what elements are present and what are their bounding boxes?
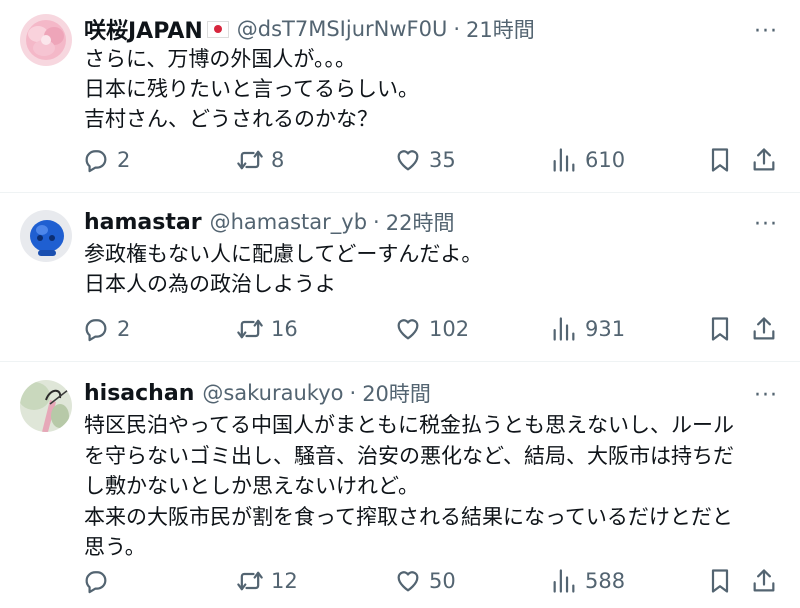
more-icon[interactable]: ··· (754, 21, 778, 43)
views-icon (553, 569, 575, 593)
repost-button[interactable]: 16 (236, 312, 298, 346)
user-handle[interactable]: @sakuraukyo (202, 381, 343, 405)
more-icon[interactable]: ··· (754, 385, 778, 407)
views-icon (553, 317, 575, 341)
repost-button[interactable]: 8 (236, 143, 284, 177)
bookmark-button[interactable] (706, 312, 734, 346)
text-line: 日本に残りたいと言ってるらしい。 (84, 77, 419, 101)
timestamp[interactable]: 20時間 (362, 378, 431, 408)
user-handle[interactable]: @dsT7MSIjurNwF0U (237, 17, 448, 41)
reply-icon (85, 319, 107, 342)
post-header: 咲桜JAPAN @dsT7MSIjurNwF0U · 21時間 (84, 14, 535, 44)
like-button[interactable]: 50 (394, 564, 456, 598)
heart-icon (397, 319, 419, 340)
user-handle[interactable]: @hamastar_yb (210, 210, 367, 234)
separator: · (453, 17, 461, 41)
reply-count: 2 (117, 148, 131, 172)
action-bar: 12 50 588 (82, 564, 782, 598)
display-name[interactable]: hamastar (84, 210, 202, 235)
action-bar: 2 16 102 931 (82, 312, 782, 346)
repost-count: 8 (271, 148, 285, 172)
like-count: 35 (429, 148, 456, 172)
views-button[interactable]: 610 (550, 143, 625, 177)
view-count: 931 (585, 317, 626, 341)
post-text: 参政権もない人に配慮してどーすんだよ。 日本人の為の政治しようよ (84, 239, 784, 299)
share-button[interactable] (750, 143, 778, 177)
bookmark-icon (711, 569, 729, 593)
text-line: 本来の大阪市民が割を食って搾取される結果になっているだけとだと (84, 504, 733, 529)
share-icon (753, 317, 775, 340)
japan-flag-icon (206, 20, 229, 38)
like-button[interactable]: 102 (394, 312, 469, 346)
reply-icon (85, 571, 107, 594)
avatar[interactable] (20, 380, 72, 432)
view-count: 588 (585, 569, 626, 593)
heart-icon (397, 150, 419, 171)
views-icon (553, 148, 575, 172)
text-line: 日本人の為の政治しようよ (84, 272, 336, 296)
text-line: 思う。 (84, 535, 146, 559)
share-icon (753, 148, 775, 171)
view-count: 610 (585, 148, 626, 172)
text-line: 吉村さん、どうされるのかな？ (84, 107, 378, 131)
repost-button[interactable]: 12 (236, 564, 298, 598)
blue-character-avatar-icon (20, 210, 72, 262)
repost-icon (237, 319, 263, 339)
post-text: 特区民泊やってる中国人がまともに税金払うとも思えないし、ルール を守らないゴミ出… (84, 410, 784, 563)
bookmark-icon (711, 317, 729, 341)
reply-button[interactable] (82, 564, 117, 598)
repost-icon (237, 150, 263, 170)
bookmark-button[interactable] (706, 143, 734, 177)
share-button[interactable] (750, 564, 778, 598)
text-line: し敷かないとしか思えないけれど。 (84, 474, 419, 498)
display-name[interactable]: 咲桜JAPAN (84, 13, 203, 45)
separator: · (373, 210, 380, 234)
heart-icon (397, 571, 419, 592)
repost-icon (237, 571, 263, 591)
timestamp[interactable]: 22時間 (386, 207, 455, 237)
post-3[interactable]: hisachan @sakuraukyo · 20時間 ··· 特区民泊やってる… (0, 362, 800, 608)
avatar[interactable] (20, 210, 72, 262)
reply-button[interactable]: 2 (82, 312, 130, 346)
action-bar: 2 8 35 610 (82, 143, 782, 177)
post-header: hamastar @hamastar_yb · 22時間 (84, 207, 454, 237)
text-line: 特区民泊やってる中国人がまともに税金払うとも思えないし、ルール (84, 413, 734, 437)
share-button[interactable] (750, 312, 778, 346)
post-1[interactable]: 咲桜JAPAN @dsT7MSIjurNwF0U · 21時間 ··· さらに、… (0, 0, 800, 192)
like-count: 50 (429, 569, 456, 593)
flower-photo-avatar-icon (20, 380, 72, 432)
repost-count: 12 (271, 569, 298, 593)
post-text: さらに、万博の外国人が。。。 日本に残りたいと言ってるらしい。 吉村さん、どうさ… (84, 44, 784, 134)
post-header: hisachan @sakuraukyo · 20時間 (84, 378, 431, 408)
like-button[interactable]: 35 (394, 143, 456, 177)
text-line: さらに、万博の外国人が。。。 (84, 47, 356, 71)
post-2[interactable]: hamastar @hamastar_yb · 22時間 ··· 参政権もない人… (0, 193, 800, 361)
text-line: 参政権もない人に配慮してどーすんだよ。 (84, 242, 483, 266)
avatar[interactable] (20, 14, 72, 66)
views-button[interactable]: 588 (550, 564, 625, 598)
bookmark-button[interactable] (706, 564, 734, 598)
repost-count: 16 (271, 317, 298, 341)
separator: · (349, 381, 357, 405)
pink-flower-avatar-icon (20, 14, 72, 66)
timestamp[interactable]: 21時間 (466, 14, 535, 44)
reply-button[interactable]: 2 (82, 143, 130, 177)
reply-icon (85, 150, 107, 173)
bookmark-icon (711, 148, 729, 172)
like-count: 102 (429, 317, 470, 341)
display-name[interactable]: hisachan (84, 381, 194, 406)
views-button[interactable]: 931 (550, 312, 625, 346)
share-icon (753, 569, 775, 592)
text-line: を守らないゴミ出し、騒音、治安の悪化など、結局、大阪市は持ちだ (84, 443, 734, 468)
reply-count: 2 (117, 317, 131, 341)
more-icon[interactable]: ··· (754, 214, 778, 236)
